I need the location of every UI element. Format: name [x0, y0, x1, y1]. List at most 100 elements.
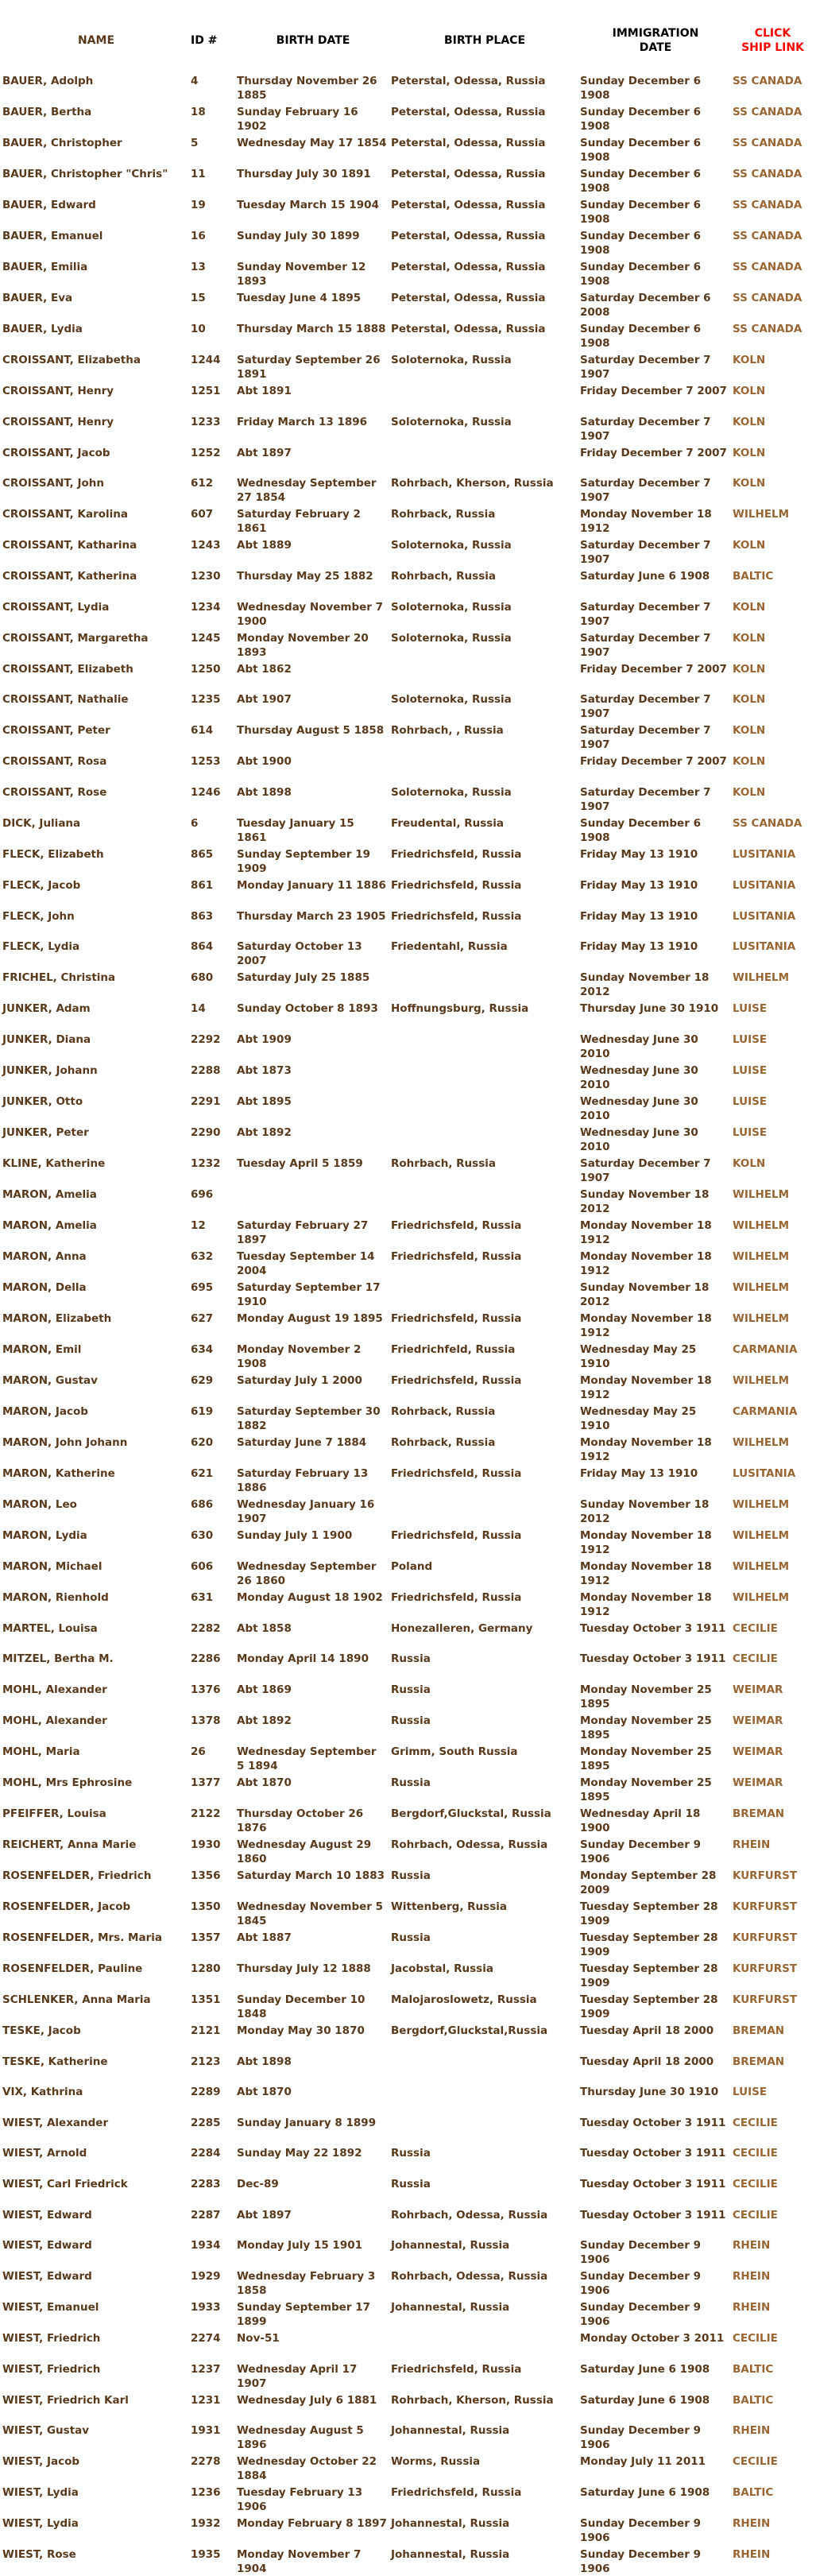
ship-link[interactable]: RHEIN	[733, 1838, 770, 1851]
ship-link[interactable]: BALTIC	[733, 2486, 773, 2499]
ship-link[interactable]: LUSITANIA	[733, 1467, 795, 1480]
ship-link[interactable]: RHEIN	[733, 2548, 770, 2561]
ship-link[interactable]: SS CANADA	[733, 199, 802, 211]
birth-place	[390, 1030, 579, 1061]
ship-link[interactable]: WILHELM	[733, 1281, 789, 1294]
table-row: BAUER, Bertha 18 Sunday February 16 1902…	[2, 103, 814, 134]
birth-place: Russia	[391, 2147, 431, 2160]
ship-link[interactable]: SS CANADA	[733, 323, 802, 335]
ship-link[interactable]: LUISE	[733, 1033, 767, 1046]
ship-link[interactable]: KOLN	[733, 663, 765, 676]
person-name: MARON, Emil	[2, 1342, 82, 1356]
ship-link[interactable]: KOLN	[733, 447, 765, 459]
ship-link[interactable]: KOLN	[733, 632, 765, 645]
ship-link[interactable]: WEIMAR	[733, 1745, 783, 1758]
ship-link[interactable]: CARMANIA	[733, 1343, 797, 1356]
ship-link[interactable]: WEIMAR	[733, 1683, 783, 1696]
birth-place: Grimm, South Russia	[391, 1745, 518, 1758]
ship-link[interactable]: WILHELM	[733, 1188, 789, 1201]
ship-link[interactable]: LUISE	[733, 2086, 767, 2098]
ship-link[interactable]: LUSITANIA	[733, 848, 795, 861]
ship-link[interactable]: SS CANADA	[733, 75, 802, 87]
ship-link[interactable]: LUISE	[733, 1064, 767, 1077]
ship-link[interactable]: SS CANADA	[733, 168, 802, 180]
ship-link[interactable]: LUISE	[733, 1095, 767, 1108]
ship-link[interactable]: WILHELM	[733, 1312, 789, 1325]
ship-link[interactable]: KURFURST	[733, 1962, 797, 1975]
ship-link[interactable]: CECILIE	[733, 2332, 778, 2345]
ship-link[interactable]: KOLN	[733, 354, 765, 366]
ship-link[interactable]: WEIMAR	[733, 1776, 783, 1789]
ship-link[interactable]: SS CANADA	[733, 106, 802, 118]
immigration-date: Saturday December 7 1907	[580, 785, 711, 813]
table-row: CROISSANT, Elizabetha 1244 Saturday Sept…	[2, 351, 814, 382]
ship-link[interactable]: RHEIN	[733, 2239, 770, 2252]
ship-link[interactable]: KURFURST	[733, 1869, 797, 1882]
person-id: 607	[191, 508, 214, 521]
ship-link[interactable]: LUSITANIA	[733, 940, 795, 953]
table-row: MARON, Michael 606 Wednesday September 2…	[2, 1557, 814, 1588]
ship-link[interactable]: LUISE	[733, 1126, 767, 1139]
ship-link[interactable]: KOLN	[733, 693, 765, 706]
ship-link[interactable]: WILHELM	[733, 1374, 789, 1387]
ship-link[interactable]: CECILIE	[733, 2178, 778, 2191]
ship-link[interactable]: KURFURST	[733, 1931, 797, 1944]
ship-link[interactable]: KOLN	[733, 477, 765, 490]
ship-link[interactable]: KOLN	[733, 601, 765, 614]
ship-link[interactable]: KOLN	[733, 1157, 765, 1170]
ship-link[interactable]: CECILIE	[733, 2147, 778, 2160]
ship-link[interactable]: SS CANADA	[733, 137, 802, 149]
ship-link[interactable]: KURFURST	[733, 1900, 797, 1913]
ship-link[interactable]: RHEIN	[733, 2424, 770, 2437]
ship-link[interactable]: BREMAN	[733, 1807, 784, 1820]
birth-date: Saturday July 1 2000	[237, 1373, 362, 1387]
ship-link[interactable]: RHEIN	[733, 2301, 770, 2314]
ship-link[interactable]: WILHELM	[733, 1250, 789, 1263]
ship-link[interactable]: BREMAN	[733, 2055, 784, 2068]
ship-link[interactable]: WILHELM	[733, 1560, 789, 1573]
ship-link[interactable]: SS CANADA	[733, 292, 802, 304]
ship-link[interactable]: KOLN	[733, 755, 765, 768]
table-row: JUNKER, Peter 2290 Abt 1892 Wednesday Ju…	[2, 1123, 814, 1154]
ship-link[interactable]: LUISE	[733, 1002, 767, 1015]
immigration-date: Monday November 25 1895	[580, 1683, 712, 1710]
ship-link[interactable]: KOLN	[733, 724, 765, 737]
birth-place: Russia	[391, 1869, 431, 1882]
ship-link[interactable]: WILHELM	[733, 508, 789, 521]
ship-link[interactable]: WILHELM	[733, 1529, 789, 1542]
ship-cell: RHEIN	[732, 2298, 814, 2329]
ship-link[interactable]: WILHELM	[733, 1591, 789, 1604]
ship-link[interactable]: WILHELM	[733, 1498, 789, 1511]
ship-link[interactable]: SS CANADA	[733, 261, 802, 273]
ship-link[interactable]: CARMANIA	[733, 1405, 797, 1418]
ship-link[interactable]: BREMAN	[733, 2024, 784, 2037]
person-id: 1233	[191, 415, 221, 428]
ship-link[interactable]: KOLN	[733, 416, 765, 428]
ship-link[interactable]: KURFURST	[733, 1993, 797, 2006]
ship-cell: WILHELM	[732, 1185, 814, 1216]
ship-cell: SS CANADA	[732, 227, 814, 258]
ship-link[interactable]: CECILIE	[733, 2455, 778, 2468]
ship-link[interactable]: WEIMAR	[733, 1714, 783, 1727]
ship-link[interactable]: RHEIN	[733, 2517, 770, 2530]
ship-link[interactable]: WILHELM	[733, 1436, 789, 1449]
ship-link[interactable]: KOLN	[733, 786, 765, 799]
ship-link[interactable]: LUSITANIA	[733, 910, 795, 923]
ship-link[interactable]: CECILIE	[733, 1652, 778, 1665]
birth-date: Saturday March 10 1883	[237, 1869, 385, 1882]
ship-link[interactable]: KOLN	[733, 539, 765, 552]
ship-link[interactable]: CECILIE	[733, 1622, 778, 1635]
ship-link[interactable]: WILHELM	[733, 1219, 789, 1232]
ship-link[interactable]: SS CANADA	[733, 230, 802, 242]
ship-link[interactable]: BALTIC	[733, 570, 773, 583]
ship-link[interactable]: KOLN	[733, 385, 765, 397]
ship-link[interactable]: WILHELM	[733, 971, 789, 984]
ship-link[interactable]: BALTIC	[733, 2394, 773, 2407]
ship-link[interactable]: LUSITANIA	[733, 879, 795, 892]
ship-link[interactable]: BALTIC	[733, 2363, 773, 2376]
header-immigration-date: IMMIGRATION DATE	[579, 0, 732, 72]
ship-link[interactable]: RHEIN	[733, 2270, 770, 2283]
ship-link[interactable]: CECILIE	[733, 2117, 778, 2129]
ship-link[interactable]: SS CANADA	[733, 817, 802, 830]
ship-link[interactable]: CECILIE	[733, 2209, 778, 2222]
